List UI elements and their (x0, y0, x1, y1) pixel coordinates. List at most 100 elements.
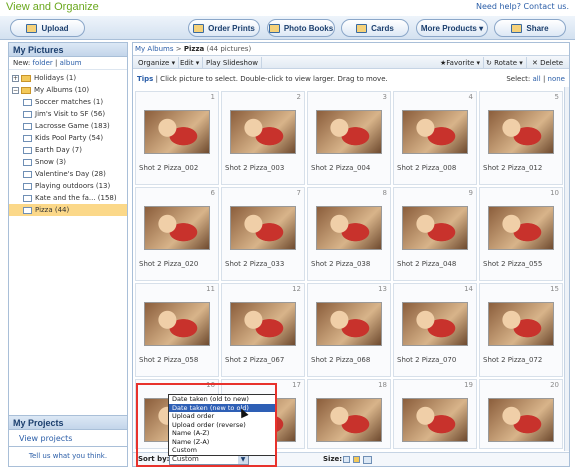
breadcrumb-my-albums[interactable]: My Albums (135, 45, 174, 53)
photo-thumbnail[interactable] (316, 110, 382, 154)
sort-option-name-az[interactable]: Name (A-Z) (169, 429, 275, 438)
tree-item-lacrosse[interactable]: Lacrosse Game (183) (9, 120, 127, 132)
photo-thumbnail[interactable] (402, 110, 468, 154)
share-button[interactable]: Share (494, 19, 566, 37)
tree-item-kate[interactable]: Kate and the fa... (158) (9, 192, 127, 204)
sort-by-select[interactable]: Custom ▼ (169, 454, 249, 465)
photo-number: 16 (206, 381, 215, 389)
select-all-link[interactable]: all (533, 75, 541, 83)
photo-card[interactable]: 15 Shot 2 Pizza_072 (479, 283, 563, 377)
tree-item-holidays[interactable]: + Holidays (1) (9, 72, 127, 84)
upload-button[interactable]: Upload (10, 19, 85, 37)
photo-thumbnail[interactable] (316, 398, 382, 442)
tree-item-pizza[interactable]: Pizza (44) (9, 204, 127, 216)
photo-thumbnail[interactable] (402, 302, 468, 346)
tree-item-playing-outdoors[interactable]: Playing outdoors (13) (9, 180, 127, 192)
photo-thumbnail[interactable] (402, 398, 468, 442)
photo-card[interactable]: 2 Shot 2 Pizza_003 (221, 91, 305, 185)
breadcrumb: My Albums > Pizza (44 pictures) (135, 45, 251, 53)
photo-caption: Shot 2 Pizza_055 (483, 260, 543, 268)
photo-books-button[interactable]: Photo Books (267, 19, 335, 37)
order-prints-button[interactable]: Order Prints (188, 19, 260, 37)
photo-card[interactable]: 18 (307, 379, 391, 449)
my-projects-header: My Projects (9, 416, 127, 430)
organize-menu[interactable]: Organize ▾ (135, 57, 180, 68)
delete-button[interactable]: ✕ Delete (529, 57, 566, 68)
photo-card[interactable]: 9 Shot 2 Pizza_048 (393, 187, 477, 281)
photo-thumbnail[interactable] (230, 302, 296, 346)
photo-thumbnail[interactable] (144, 110, 210, 154)
photo-card[interactable]: 12 Shot 2 Pizza_067 (221, 283, 305, 377)
need-help-link[interactable]: Need help? (476, 2, 521, 11)
photo-card[interactable]: 5 Shot 2 Pizza_012 (479, 91, 563, 185)
new-folder-link[interactable]: folder (32, 59, 52, 67)
photo-thumbnail[interactable] (316, 302, 382, 346)
photo-card[interactable]: 1 Shot 2 Pizza_002 (135, 91, 219, 185)
photo-thumbnail[interactable] (488, 398, 554, 442)
tree-item-valentines[interactable]: Valentine's Day (28) (9, 168, 127, 180)
cards-label: Cards (371, 23, 394, 33)
photo-thumbnail[interactable] (144, 206, 210, 250)
new-album-link[interactable]: album (60, 59, 82, 67)
tree-item-label: Pizza (44) (35, 206, 70, 214)
tree-item-label: Soccer matches (1) (35, 98, 104, 106)
photo-card[interactable]: 10 Shot 2 Pizza_055 (479, 187, 563, 281)
photo-thumbnail[interactable] (402, 206, 468, 250)
sort-option-date-old-new[interactable]: Date taken (old to new) (169, 395, 275, 404)
contact-us-link[interactable]: Contact us. (524, 2, 569, 11)
tree-item-jims-visit[interactable]: Jim's Visit to SF (56) (9, 108, 127, 120)
photo-card[interactable]: 3 Shot 2 Pizza_004 (307, 91, 391, 185)
feedback-link[interactable]: Tell us what you think. (9, 446, 127, 466)
photo-caption: Shot 2 Pizza_003 (225, 164, 285, 172)
photo-card[interactable]: 6 Shot 2 Pizza_020 (135, 187, 219, 281)
photo-caption: Shot 2 Pizza_020 (139, 260, 199, 268)
photo-thumbnail[interactable] (230, 206, 296, 250)
photo-caption: Shot 2 Pizza_068 (311, 356, 371, 364)
sort-option-upload-order[interactable]: Upload order (169, 412, 275, 421)
photo-caption: Shot 2 Pizza_070 (397, 356, 457, 364)
sort-option-name-za[interactable]: Name (Z-A) (169, 438, 275, 447)
view-projects-link[interactable]: View projects (9, 430, 127, 447)
select-none-link[interactable]: none (548, 75, 565, 83)
cards-button[interactable]: Cards (341, 19, 409, 37)
album-icon (23, 110, 32, 118)
photo-card[interactable]: 8 Shot 2 Pizza_038 (307, 187, 391, 281)
edit-menu[interactable]: Edit ▾ (177, 57, 204, 68)
tree-item-snow[interactable]: Snow (3) (9, 156, 127, 168)
play-slideshow-button[interactable]: Play Slideshow (203, 57, 262, 68)
photo-thumbnail[interactable] (488, 110, 554, 154)
photo-thumbnail[interactable] (316, 206, 382, 250)
sort-option-upload-reverse[interactable]: Upload order (reverse) (169, 421, 275, 430)
favorite-menu[interactable]: ★Favorite ▾ (437, 57, 484, 68)
photo-card[interactable]: 11 Shot 2 Pizza_058 (135, 283, 219, 377)
photo-card[interactable]: 13 Shot 2 Pizza_068 (307, 283, 391, 377)
photo-thumbnail[interactable] (230, 110, 296, 154)
sort-option-date-new-old[interactable]: Date taken (new to old) (169, 403, 275, 412)
chevron-down-icon[interactable]: ▼ (238, 455, 248, 464)
photo-card[interactable]: 20 (479, 379, 563, 449)
photo-card[interactable]: 7 Shot 2 Pizza_033 (221, 187, 305, 281)
vertical-scrollbar[interactable] (564, 87, 569, 451)
rotate-menu[interactable]: ↻ Rotate ▾ (483, 57, 527, 68)
photo-thumbnail[interactable] (144, 302, 210, 346)
photo-number: 8 (382, 189, 387, 197)
photo-thumbnail[interactable] (488, 302, 554, 346)
tree-item-my-albums[interactable]: − My Albums (10) (9, 84, 127, 96)
tree-item-pool-party[interactable]: Kids Pool Party (54) (9, 132, 127, 144)
photo-caption: Shot 2 Pizza_008 (397, 164, 457, 172)
expand-icon[interactable]: + (12, 74, 19, 82)
tree-item-earth-day[interactable]: Earth Day (7) (9, 144, 127, 156)
more-products-button[interactable]: More Products ▾ (416, 19, 488, 37)
tree-item-soccer[interactable]: Soccer matches (1) (9, 96, 127, 108)
photo-card[interactable]: 14 Shot 2 Pizza_070 (393, 283, 477, 377)
medium-size-icon[interactable] (353, 456, 360, 463)
small-size-icon[interactable] (343, 456, 350, 463)
photo-card[interactable]: 4 Shot 2 Pizza_008 (393, 91, 477, 185)
large-size-icon[interactable] (363, 456, 372, 464)
sort-option-custom[interactable]: Custom (169, 446, 275, 455)
photo-thumbnail[interactable] (488, 206, 554, 250)
photo-number: 2 (296, 93, 301, 101)
photo-caption: Shot 2 Pizza_058 (139, 356, 199, 364)
photo-card[interactable]: 19 (393, 379, 477, 449)
collapse-icon[interactable]: − (12, 86, 19, 94)
